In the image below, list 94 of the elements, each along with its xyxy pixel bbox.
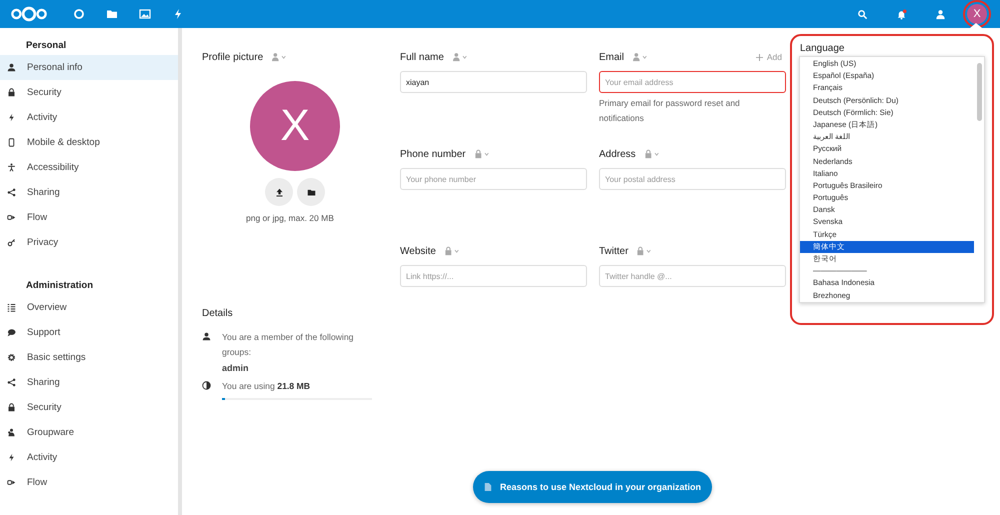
language-list[interactable] (799, 56, 985, 303)
field-label: Language (799, 43, 846, 54)
promo-button[interactable]: Reasons to use Nextcloud in your organization (473, 471, 712, 503)
folder-icon (306, 188, 316, 196)
highlight-circle (963, 0, 991, 28)
user-avatar[interactable]: X (967, 4, 987, 24)
item-label: Mobile & desktop (27, 137, 100, 148)
sidebar-item[interactable]: Security (0, 80, 178, 105)
item-label: Activity (27, 452, 58, 463)
item-label: Groupware (27, 427, 74, 438)
groups-text: You are a member of the following groups: (222, 331, 355, 359)
field-label: Email (599, 52, 624, 62)
gear-icon (7, 353, 16, 362)
item-label: Basic settings (27, 352, 86, 363)
lock-icon (7, 88, 16, 97)
item-label: Sharing (27, 187, 60, 198)
item-label: Support (27, 327, 60, 338)
sidebar-item[interactable]: Sharing (0, 180, 178, 205)
access-icon (7, 163, 16, 172)
lock-scope-icon[interactable] (636, 246, 654, 256)
bolt-icon (7, 453, 16, 462)
item-label: Personal info (27, 62, 82, 73)
sidebar-item[interactable]: Personal info (0, 55, 178, 80)
lock-icon (7, 403, 16, 412)
sidebar-item[interactable]: Accessibility (0, 155, 178, 180)
upload-icon (274, 188, 284, 196)
sidebar-item[interactable]: Flow (0, 470, 178, 495)
sidebar-item[interactable]: Flow (0, 205, 178, 230)
sidebar-item[interactable]: Mobile & desktop (0, 130, 178, 155)
input-field[interactable]: Your email address (599, 71, 786, 93)
group-name: admin (222, 363, 250, 373)
phone-icon (7, 138, 16, 147)
share-icon (7, 188, 16, 197)
document-icon (484, 482, 492, 492)
folder-icon[interactable] (106, 8, 118, 20)
help-text: Primary email for password reset and notifications (599, 97, 741, 125)
section-label: Profile picture (202, 52, 264, 62)
pie-icon (202, 381, 211, 390)
menu-pointer (970, 23, 982, 28)
folder-button[interactable] (297, 178, 325, 206)
sidebar-item[interactable]: Sharing (0, 370, 178, 395)
plus-icon (756, 54, 763, 60)
field-label: Phone number (400, 148, 466, 160)
section-label: Details (202, 308, 234, 319)
lock-scope-icon[interactable] (474, 149, 491, 159)
image-icon[interactable] (138, 8, 150, 20)
chat-icon (7, 328, 16, 337)
input-field[interactable]: xiayan (400, 71, 587, 93)
file-hint: png or jpg, max. 20 MB (246, 213, 335, 223)
item-label: Activity (27, 112, 58, 123)
field-label: Twitter (599, 246, 628, 256)
bell-icon[interactable] (896, 8, 907, 20)
item-label: Privacy (27, 237, 58, 248)
group-icon (7, 428, 16, 437)
contacts-scope-icon[interactable] (452, 52, 469, 62)
logo-icon[interactable] (8, 5, 50, 23)
item-label: Accessibility (27, 162, 79, 173)
sidebar-item[interactable]: Groupware (0, 420, 178, 445)
person-icon (202, 332, 211, 341)
sidebar-item[interactable]: Basic settings (0, 345, 178, 370)
avatar: X (250, 81, 340, 171)
section-title: Personal (25, 39, 68, 53)
sidebar-item[interactable]: Privacy (0, 230, 178, 255)
sidebar-item[interactable]: Activity (0, 105, 178, 130)
share-icon (7, 378, 16, 387)
circle-icon[interactable] (72, 8, 84, 20)
section-title: Administration (25, 279, 94, 293)
bolt-icon (7, 113, 16, 122)
item-label: Flow (27, 212, 48, 223)
item-label: Sharing (27, 377, 60, 388)
person-icon (7, 63, 16, 72)
lock-scope-icon[interactable] (444, 246, 461, 256)
item-label: Security (27, 402, 62, 413)
field-label: Full name (400, 52, 444, 62)
flow-icon (7, 213, 16, 222)
flow-icon (7, 478, 16, 487)
field-label: Website (400, 246, 436, 256)
sidebar-item[interactable]: Security (0, 395, 178, 420)
key-icon (7, 238, 16, 247)
item-label: Overview (27, 302, 67, 313)
sidebar-item[interactable]: Overview (0, 295, 178, 320)
contacts-scope-icon[interactable] (271, 52, 288, 62)
contacts-scope-icon[interactable] (632, 52, 650, 62)
lock-scope-icon[interactable] (644, 149, 661, 159)
sidebar-item[interactable]: Activity (0, 445, 178, 470)
list-icon (7, 303, 16, 312)
contacts-icon[interactable] (935, 8, 946, 20)
upload-button[interactable] (265, 178, 293, 206)
usage-text: You are using 21.8 MB (222, 380, 312, 393)
field-label: Address (599, 148, 636, 160)
search-icon[interactable] (857, 8, 868, 20)
sidebar-item[interactable]: Support (0, 320, 178, 345)
item-label: Flow (27, 477, 48, 488)
item-label: Security (27, 87, 62, 98)
